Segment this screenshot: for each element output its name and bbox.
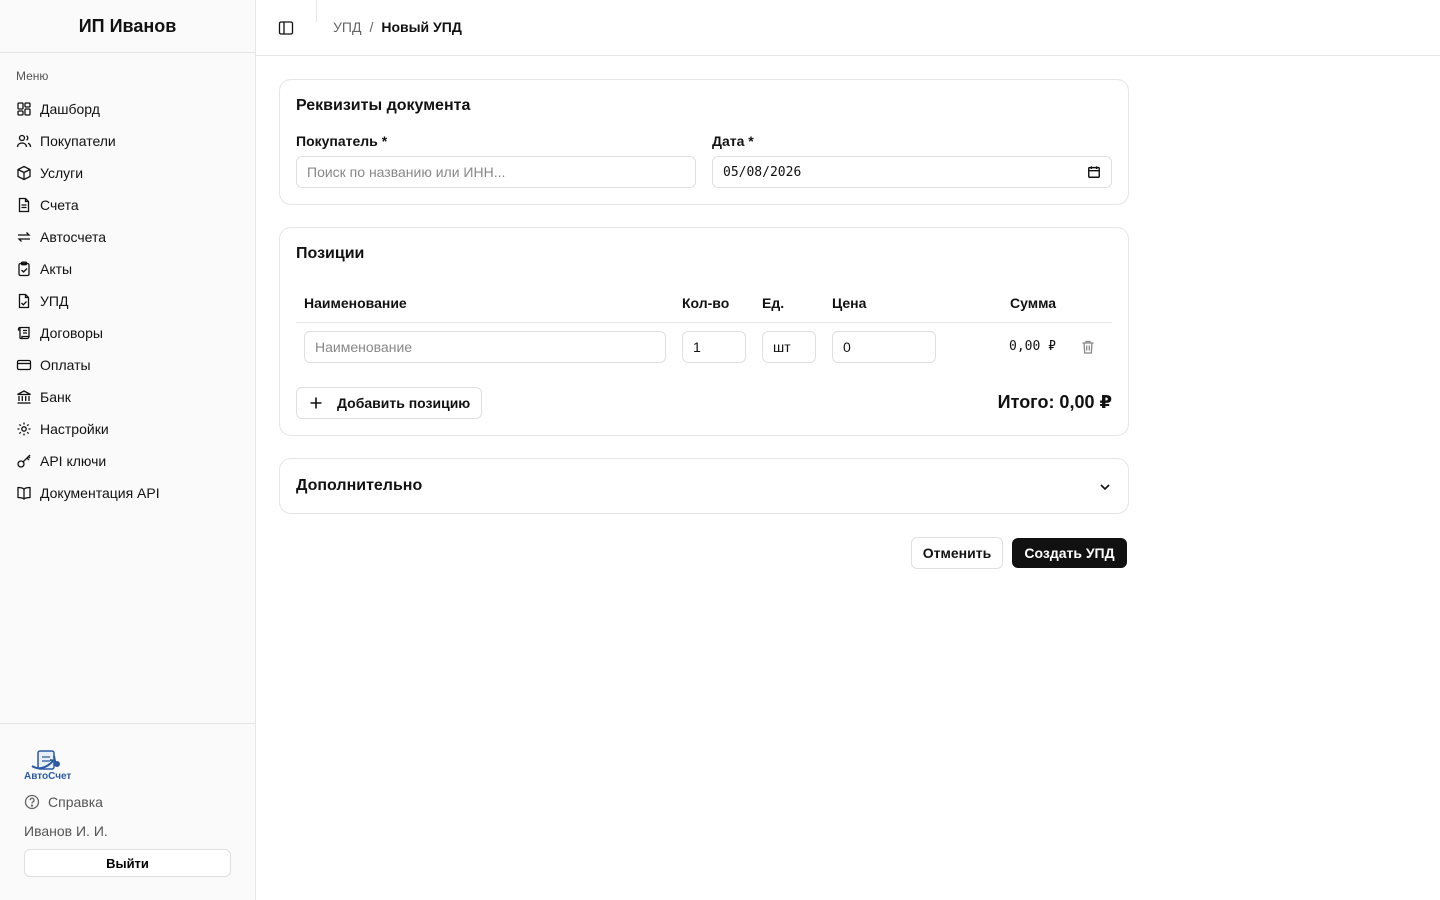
menu-section-label: Меню [16,69,49,83]
clipboard-check-icon [18,261,30,277]
requisites-title: Реквизиты документа [296,97,471,114]
user-name: Иванов И. И. [24,823,108,839]
sidebar-item-api-keys[interactable]: API ключи [8,445,247,477]
package-icon [17,165,31,181]
sidebar-item-label: Банк [40,389,71,405]
bank-icon [17,390,31,404]
scroll-icon [17,326,30,340]
sidebar-item-contracts[interactable]: Договоры [8,317,247,349]
sidebar-item-payments[interactable]: Оплаты [8,349,247,381]
item-name-input[interactable] [304,331,666,363]
book-icon [17,486,31,500]
credit-card-icon [16,359,32,371]
item-unit-input[interactable]: шт [762,331,816,363]
gear-icon [17,422,31,436]
column-header-name: Наименование [304,295,407,311]
sidebar-item-bank[interactable]: Банк [8,381,247,413]
header-divider [316,0,317,22]
key-icon [17,454,31,468]
topbar: УПД / Новый УПД [256,0,1440,56]
additional-section-toggle[interactable]: Дополнительно [279,458,1129,514]
date-value: 05/08/2026 [723,164,802,180]
logo-text: АвтоСчет [24,771,72,782]
sidebar-item-label: API ключи [40,453,107,469]
sidebar: ИП Иванов Меню Дашборд Покупатели Услуги… [0,0,256,900]
sidebar-item-acts[interactable]: Акты [8,253,247,285]
help-label: Справка [48,794,103,810]
sidebar-item-settings[interactable]: Настройки [8,413,247,445]
cancel-button[interactable]: Отменить [911,537,1003,569]
sidebar-nav: Дашборд Покупатели Услуги Счета Автосчет… [8,93,247,509]
dashboard-icon [17,102,31,116]
plus-icon [310,397,322,409]
file-check-icon [18,293,30,309]
chevron-down-icon [1100,484,1110,491]
buyer-search-input[interactable] [296,156,696,188]
sidebar-item-label: Дашборд [40,101,100,117]
positions-card: Позиции Наименование Кол-во Ед. Цена Сум… [279,227,1129,436]
sidebar-footer: АвтоСчет Справка Иванов И. И. Выйти [0,723,255,900]
sidebar-item-buyers[interactable]: Покупатели [8,125,247,157]
breadcrumb-separator: / [369,19,374,35]
sidebar-item-label: Оплаты [40,357,91,373]
item-qty-input[interactable]: 1 [682,331,746,363]
breadcrumb-upd-link[interactable]: УПД [333,19,361,35]
breadcrumb: УПД / Новый УПД [333,19,462,35]
column-header-sum: Сумма [1010,295,1057,311]
column-header-price: Цена [832,295,867,311]
total-amount: Итого: 0,00 ₽ [997,392,1112,412]
sidebar-item-label: Автосчета [40,229,107,245]
sidebar-item-services[interactable]: Услуги [8,157,247,189]
sidebar-item-label: Покупатели [40,133,116,149]
calendar-icon[interactable] [1087,165,1101,179]
add-position-button[interactable]: Добавить позицию [296,387,482,419]
date-input[interactable]: 05/08/2026 [712,156,1112,188]
file-text-icon [18,197,30,213]
sidebar-item-label: УПД [40,293,69,309]
trash-icon[interactable] [1080,339,1096,355]
column-header-unit: Ед. [762,295,785,311]
logout-button[interactable]: Выйти [24,849,231,877]
sidebar-item-label: Акты [40,261,73,277]
date-label: Дата * [712,133,754,149]
sidebar-item-invoices[interactable]: Счета [8,189,247,221]
positions-title: Позиции [296,245,365,262]
requisites-card: Реквизиты документа Покупатель * Дата * … [279,79,1129,205]
sidebar-item-label: Настройки [40,421,109,437]
item-price-input[interactable]: 0 [832,331,936,363]
item-sum: 0,00 ₽ [1009,339,1056,354]
column-header-qty: Кол-во [682,295,730,311]
help-link[interactable]: Справка [24,794,103,810]
repeat-icon [17,232,31,242]
sidebar-item-api-docs[interactable]: Документация API [8,477,247,509]
sidebar-toggle-icon[interactable] [278,20,294,36]
add-position-label: Добавить позицию [337,395,471,411]
users-icon [16,134,32,148]
help-circle-icon [24,794,40,810]
brand-title: ИП Иванов [0,0,255,53]
sidebar-item-auto-invoices[interactable]: Автосчета [8,221,247,253]
sidebar-item-label: Счета [40,197,79,213]
sidebar-item-label: Услуги [40,165,84,181]
sidebar-item-label: Договоры [40,325,103,341]
breadcrumb-current: Новый УПД [381,19,462,35]
table-header-divider [296,322,1112,323]
sidebar-item-label: Документация API [40,485,160,501]
buyer-label: Покупатель * [296,133,388,149]
additional-title: Дополнительно [296,477,423,494]
create-upd-button[interactable]: Создать УПД [1012,538,1127,568]
sidebar-item-dashboard[interactable]: Дашборд [8,93,247,125]
sidebar-item-upd[interactable]: УПД [8,285,247,317]
